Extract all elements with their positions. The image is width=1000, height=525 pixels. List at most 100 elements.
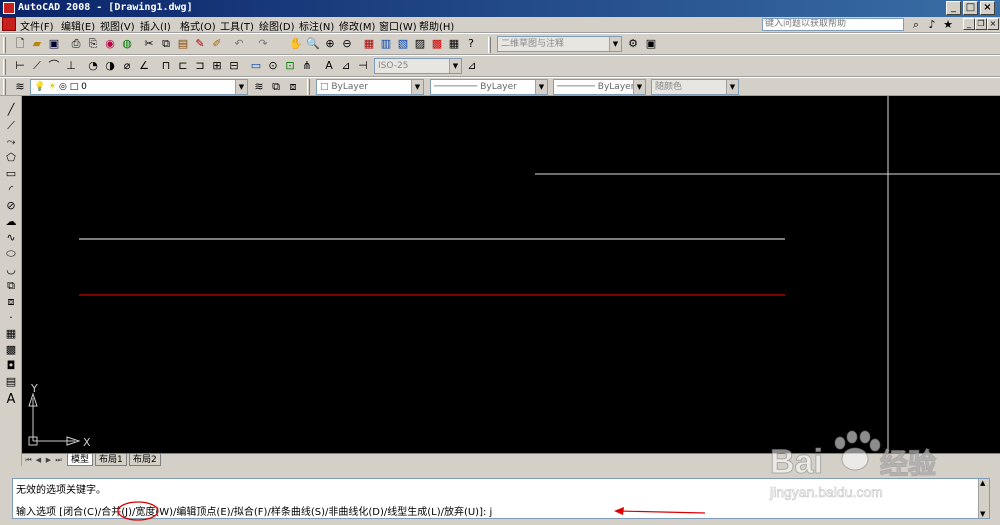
publish-icon[interactable]: ◉: [102, 36, 118, 52]
menu-window[interactable]: 窗口(W): [379, 18, 417, 33]
tab-layout2[interactable]: 布局2: [129, 454, 161, 466]
menu-file[interactable]: 文件(F): [20, 18, 54, 33]
circle-icon[interactable]: ⊘: [3, 198, 19, 214]
aligned-dimension-icon[interactable]: ⟋: [29, 58, 45, 74]
revision-cloud-icon[interactable]: ☁: [3, 214, 19, 230]
tool-palettes-icon[interactable]: ▧: [395, 36, 411, 52]
close-button[interactable]: ×: [980, 1, 995, 15]
minimize-button[interactable]: _: [946, 1, 961, 15]
color-select[interactable]: □ ByLayer ▼: [316, 79, 424, 95]
help-icon[interactable]: ?: [463, 36, 479, 52]
menu-edit[interactable]: 编辑(E): [61, 18, 95, 33]
menu-dimension[interactable]: 标注(N): [299, 18, 334, 33]
workspace-settings-icon[interactable]: ⚙: [625, 36, 641, 52]
design-center-icon[interactable]: ▥: [378, 36, 394, 52]
menu-help[interactable]: 帮助(H): [419, 18, 454, 33]
construction-line-icon[interactable]: ⟋: [3, 118, 19, 134]
plot-style-select[interactable]: 随颜色 ▼: [651, 79, 739, 95]
dimension-space-icon[interactable]: ⊞: [209, 58, 225, 74]
plot-icon[interactable]: ⎙: [68, 36, 84, 52]
quick-dimension-icon[interactable]: ⊓: [158, 58, 174, 74]
last-tab-icon[interactable]: ⏭: [54, 455, 63, 465]
block-editor-icon[interactable]: ✐: [209, 36, 225, 52]
zoom-realtime-icon[interactable]: 🔍: [305, 36, 321, 52]
point-icon[interactable]: ·: [3, 310, 19, 326]
zoom-previous-icon[interactable]: ⊖: [339, 36, 355, 52]
next-tab-icon[interactable]: ▶: [44, 455, 53, 465]
layer-previous-icon[interactable]: ⧉: [268, 79, 284, 95]
rectangle-icon[interactable]: ▭: [3, 166, 19, 182]
jogged-linear-icon[interactable]: ⋔: [299, 58, 315, 74]
drawing-canvas[interactable]: Y X: [22, 96, 1000, 453]
help-search-input[interactable]: 键入问题以获取帮助: [762, 18, 904, 31]
linear-dimension-icon[interactable]: ⊢: [12, 58, 28, 74]
inspection-icon[interactable]: ⊡: [282, 58, 298, 74]
dimension-text-edit-icon[interactable]: ⊿: [338, 58, 354, 74]
menu-view[interactable]: 视图(V): [100, 18, 135, 33]
arc-length-icon[interactable]: ⌒: [46, 58, 62, 74]
redo-icon[interactable]: ↷: [255, 36, 271, 52]
properties-icon[interactable]: ▦: [361, 36, 377, 52]
toolbar-grip[interactable]: [488, 37, 491, 53]
menu-insert[interactable]: 插入(I): [140, 18, 171, 33]
paste-icon[interactable]: ▤: [175, 36, 191, 52]
calculator-icon[interactable]: ▦: [446, 36, 462, 52]
gradient-icon[interactable]: ▩: [3, 342, 19, 358]
doc-minimize-button[interactable]: _: [963, 18, 975, 30]
new-file-icon[interactable]: 🗋: [12, 36, 28, 52]
sheet-set-icon[interactable]: ▨: [412, 36, 428, 52]
insert-block-icon[interactable]: ⧉: [3, 278, 19, 294]
markup-icon[interactable]: ▩: [429, 36, 445, 52]
baseline-dimension-icon[interactable]: ⊏: [175, 58, 191, 74]
dimension-style-select[interactable]: ISO-25 ▼: [374, 58, 462, 74]
open-folder-icon[interactable]: ▰: [29, 36, 45, 52]
workspace-select[interactable]: 二维草图与注释 ▼: [497, 36, 622, 52]
dimension-break-icon[interactable]: ⊟: [226, 58, 242, 74]
autocad-app-icon[interactable]: [3, 2, 15, 14]
menu-modify[interactable]: 修改(M): [339, 18, 375, 33]
make-current-layer-icon[interactable]: ≋: [251, 79, 267, 95]
spline-icon[interactable]: ∿: [3, 230, 19, 246]
polyline-icon[interactable]: ⤳: [3, 134, 19, 150]
jogged-dimension-icon[interactable]: ◑: [102, 58, 118, 74]
ordinate-dimension-icon[interactable]: ⊥: [63, 58, 79, 74]
arc-icon[interactable]: ◜: [3, 182, 19, 198]
diameter-dimension-icon[interactable]: ⌀: [119, 58, 135, 74]
search-icon[interactable]: ⌕: [908, 17, 924, 33]
dimension-update-icon[interactable]: ⊣: [355, 58, 371, 74]
tolerance-icon[interactable]: ▭: [248, 58, 264, 74]
multiline-text-icon[interactable]: A: [3, 392, 19, 408]
toolbar-grip[interactable]: [3, 59, 6, 75]
angular-dimension-icon[interactable]: ∠: [136, 58, 152, 74]
table-icon[interactable]: ▤: [3, 374, 19, 390]
doc-close-button[interactable]: ×: [987, 18, 999, 30]
tab-layout1[interactable]: 布局1: [95, 454, 127, 466]
favorites-star-icon[interactable]: ★: [940, 17, 956, 33]
hatch-icon[interactable]: ▦: [3, 326, 19, 342]
plot-preview-icon[interactable]: ⎘: [85, 36, 101, 52]
dimension-edit-icon[interactable]: A: [321, 58, 337, 74]
toolbar-grip[interactable]: [3, 37, 6, 53]
ellipse-icon[interactable]: ⬭: [3, 246, 19, 262]
communication-center-icon[interactable]: ♪: [924, 17, 940, 33]
undo-icon[interactable]: ↶: [231, 36, 247, 52]
layer-select[interactable]: 💡 ☀ ◎ □ 0 ▼: [30, 79, 248, 95]
doc-restore-button[interactable]: ❐: [975, 18, 987, 30]
center-mark-icon[interactable]: ⊙: [265, 58, 281, 74]
menu-tools[interactable]: 工具(T): [220, 18, 254, 33]
lineweight-select[interactable]: ─────── ByLayer ▼: [553, 79, 646, 95]
radius-dimension-icon[interactable]: ◔: [85, 58, 101, 74]
make-block-icon[interactable]: ⧈: [3, 294, 19, 310]
3d-dwf-icon[interactable]: ◍: [119, 36, 135, 52]
menu-draw[interactable]: 绘图(D): [259, 18, 295, 33]
toolbar-grip[interactable]: [307, 79, 310, 95]
maximize-button[interactable]: □: [963, 1, 978, 15]
polygon-icon[interactable]: ⬠: [3, 150, 19, 166]
tab-model[interactable]: 模型: [67, 454, 94, 466]
save-icon[interactable]: ▣: [46, 36, 62, 52]
pan-icon[interactable]: ✋: [288, 36, 304, 52]
prev-tab-icon[interactable]: ◀: [34, 455, 43, 465]
continue-dimension-icon[interactable]: ⊐: [192, 58, 208, 74]
cut-icon[interactable]: ✂: [141, 36, 157, 52]
save-workspace-icon[interactable]: ▣: [643, 36, 659, 52]
